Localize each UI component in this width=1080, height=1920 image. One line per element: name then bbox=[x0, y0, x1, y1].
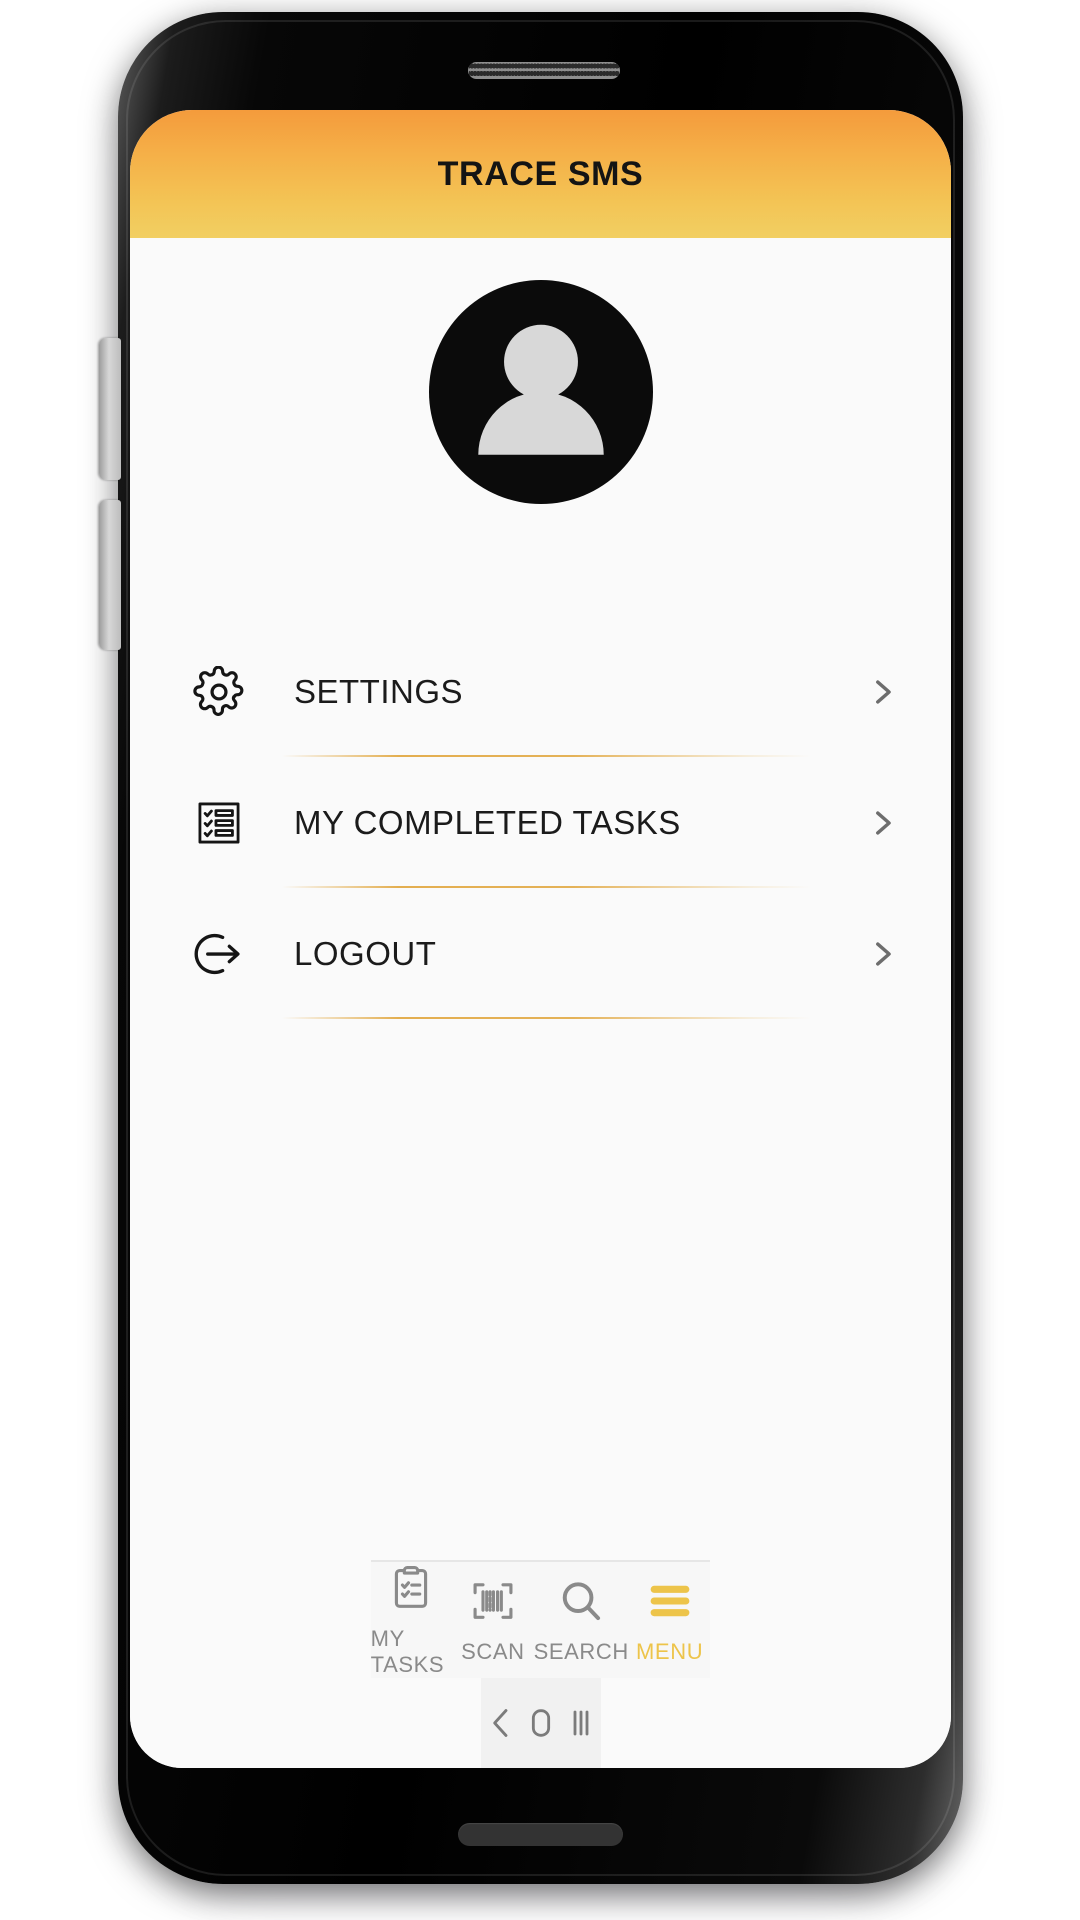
tab-my-tasks[interactable]: MY TASKS bbox=[371, 1562, 452, 1678]
chevron-right-icon[interactable] bbox=[859, 937, 905, 971]
back-chevron-icon[interactable] bbox=[481, 1703, 521, 1743]
app-header: TRACE SMS bbox=[130, 110, 951, 238]
menu-item-settings[interactable]: SETTINGS bbox=[130, 626, 951, 757]
chevron-right-icon[interactable] bbox=[859, 806, 905, 840]
app-body: SETTINGS MY COMPLETED TASKS LOGOUT MY TA… bbox=[130, 238, 951, 1768]
barcode-scan-icon bbox=[468, 1576, 518, 1631]
tab-label: SEARCH bbox=[533, 1638, 629, 1664]
tab-menu[interactable]: MENU bbox=[629, 1562, 710, 1678]
screenshot-root: TRACE SMS SETTINGS MY COMPLETED TASKS LO… bbox=[0, 0, 1080, 1920]
clipboard-check-icon bbox=[386, 1563, 436, 1618]
bottom-tab-bar: MY TASKS SCAN SEARCH MENU bbox=[370, 1560, 711, 1678]
recents-bars-icon[interactable] bbox=[561, 1703, 601, 1743]
chevron-right-icon[interactable] bbox=[859, 675, 905, 709]
menu-divider bbox=[282, 1017, 811, 1019]
menu-item-label: SETTINGS bbox=[294, 672, 464, 710]
logout-icon bbox=[186, 927, 252, 981]
home-square-icon[interactable] bbox=[521, 1703, 561, 1743]
avatar[interactable] bbox=[428, 280, 653, 504]
system-navigation-bar bbox=[480, 1678, 601, 1768]
page-title: TRACE SMS bbox=[437, 154, 644, 193]
tab-label: MY TASKS bbox=[370, 1625, 445, 1677]
tab-label: MENU bbox=[636, 1638, 704, 1664]
menu-item-my-completed-tasks[interactable]: MY COMPLETED TASKS bbox=[130, 757, 951, 888]
bottom-speaker-bar bbox=[458, 1823, 623, 1846]
magnifier-icon bbox=[556, 1576, 606, 1631]
tab-scan[interactable]: SCAN bbox=[452, 1562, 533, 1678]
menu-item-label: LOGOUT bbox=[294, 934, 437, 972]
tab-search[interactable]: SEARCH bbox=[534, 1562, 629, 1678]
person-avatar-icon bbox=[477, 324, 604, 455]
power-button[interactable] bbox=[99, 500, 121, 650]
checklist-icon bbox=[186, 797, 252, 849]
menu-item-label: MY COMPLETED TASKS bbox=[294, 803, 681, 841]
volume-button[interactable] bbox=[99, 338, 121, 480]
menu-list: SETTINGS MY COMPLETED TASKS LOGOUT bbox=[130, 626, 951, 1019]
gear-icon bbox=[186, 665, 252, 718]
menu-item-logout[interactable]: LOGOUT bbox=[130, 888, 951, 1019]
phone-screen: TRACE SMS SETTINGS MY COMPLETED TASKS LO… bbox=[130, 110, 951, 1768]
hamburger-icon bbox=[645, 1576, 695, 1631]
speaker-grille-dots bbox=[469, 63, 619, 78]
tab-label: SCAN bbox=[461, 1638, 525, 1664]
speaker-grille bbox=[468, 62, 620, 79]
